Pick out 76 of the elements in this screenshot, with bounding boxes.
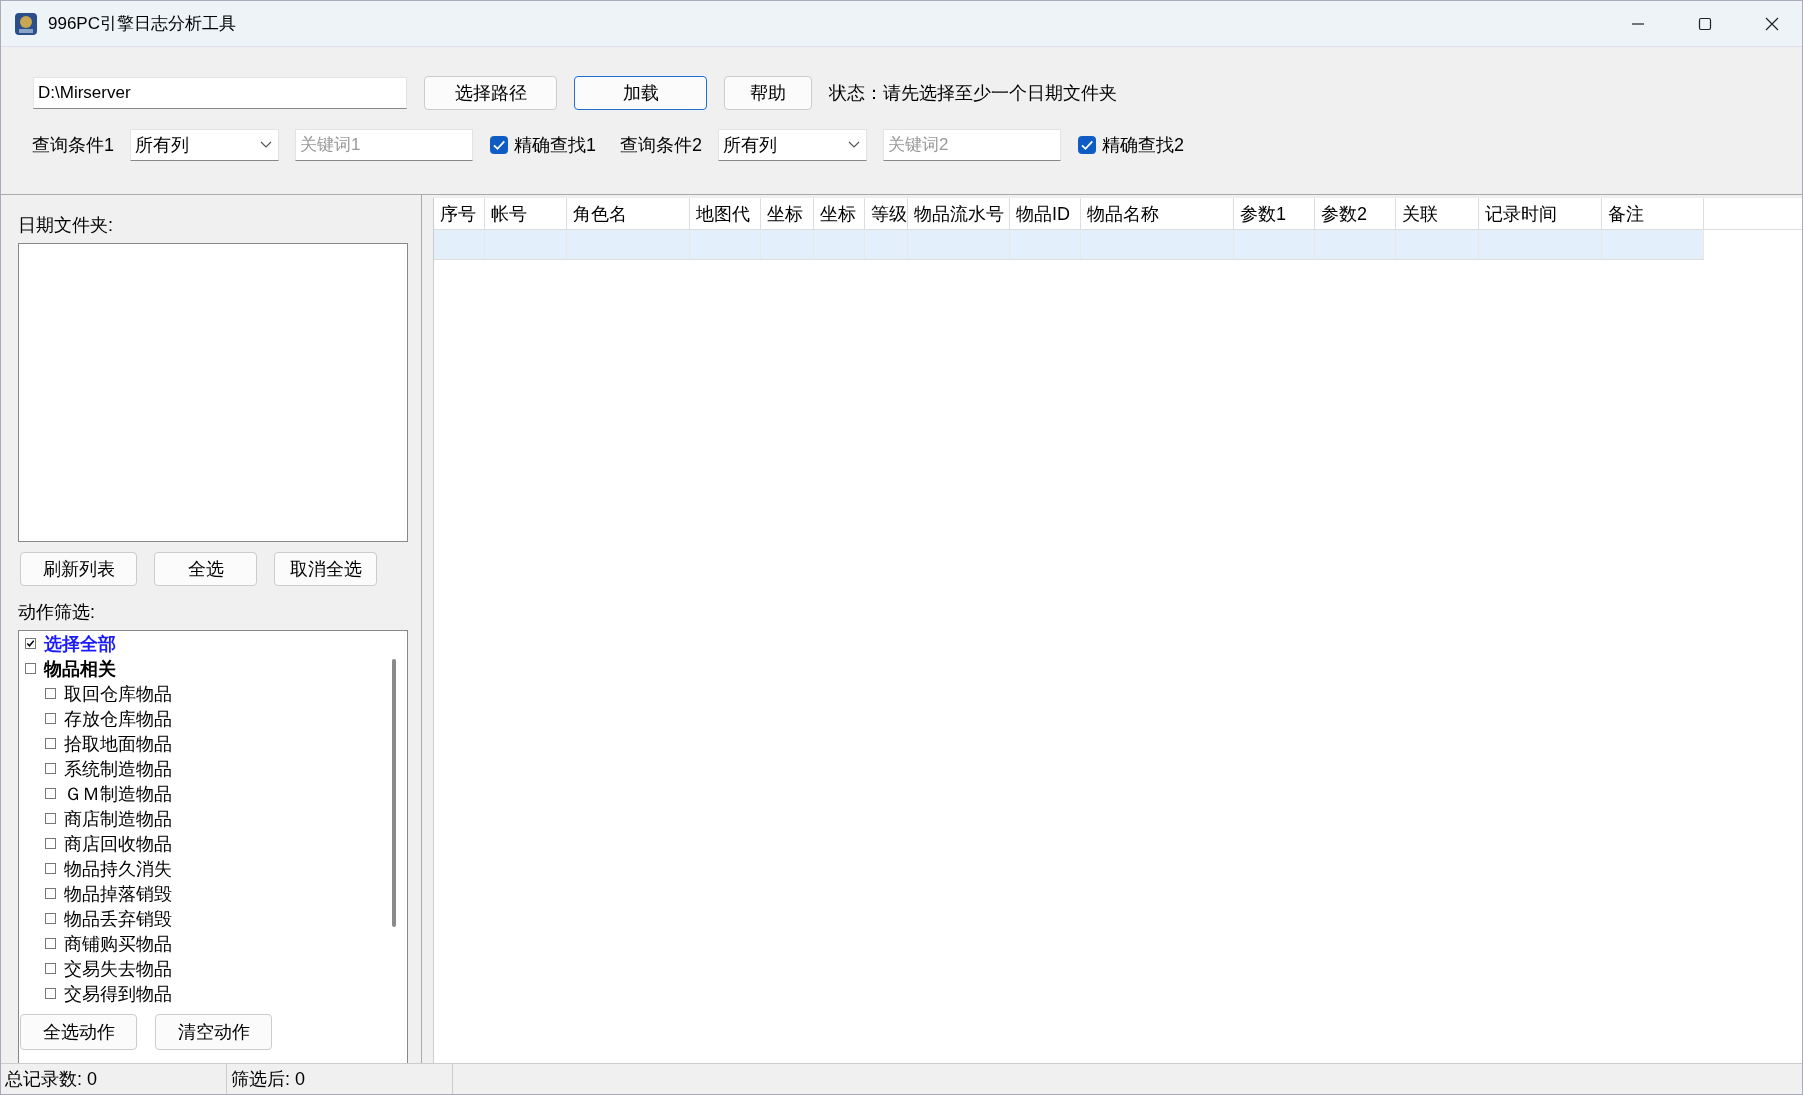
action-checkbox[interactable] bbox=[45, 963, 56, 974]
scrollbar[interactable] bbox=[392, 659, 396, 927]
action-checkbox[interactable] bbox=[25, 638, 36, 649]
column-header[interactable]: 坐标 bbox=[761, 198, 814, 229]
keyword-field[interactable]: 关键词1 bbox=[295, 129, 473, 161]
column-header[interactable]: 备注 bbox=[1602, 198, 1704, 229]
status-bar-text: 总记录数: 0 bbox=[1, 1064, 227, 1094]
column-header[interactable]: 地图代 bbox=[690, 198, 761, 229]
query-label: 查询条件1 bbox=[32, 134, 114, 157]
column-header[interactable]: 参数2 bbox=[1315, 198, 1396, 229]
close-icon[interactable] bbox=[1764, 15, 1780, 32]
action-checkbox[interactable] bbox=[45, 938, 56, 949]
action-checkbox[interactable] bbox=[45, 988, 56, 999]
column-header[interactable]: 物品流水号 bbox=[908, 198, 1010, 229]
folder-button[interactable]: 刷新列表 bbox=[20, 552, 137, 586]
action-button[interactable]: 清空动作 bbox=[155, 1014, 272, 1050]
action-label[interactable]: 取回仓库物品 bbox=[64, 681, 172, 706]
query-label: 查询条件2 bbox=[620, 134, 703, 157]
column-dropdown[interactable]: 所有列 bbox=[718, 129, 868, 161]
action-label[interactable]: 系统制造物品 bbox=[64, 756, 172, 781]
status-text: 状态：请先选择至少一个日期文件夹 bbox=[829, 82, 1117, 105]
column-header[interactable]: 等级 bbox=[865, 198, 908, 229]
keyword-field[interactable]: 关键词2 bbox=[883, 129, 1062, 161]
column-header[interactable]: 序号 bbox=[434, 198, 485, 229]
exact-checkbox[interactable] bbox=[1078, 136, 1097, 154]
action-label[interactable]: 商铺购买物品 bbox=[64, 931, 172, 956]
toolbar-button[interactable]: 帮助 bbox=[724, 76, 812, 110]
section-label: 日期文件夹: bbox=[18, 214, 114, 237]
action-checkbox[interactable] bbox=[45, 763, 56, 774]
folder-button[interactable]: 取消全选 bbox=[274, 552, 377, 586]
column-dropdown[interactable]: 所有列 bbox=[130, 129, 279, 161]
maximize-icon[interactable] bbox=[1697, 15, 1713, 32]
column-header[interactable]: 参数1 bbox=[1234, 198, 1315, 229]
action-label[interactable]: 商店制造物品 bbox=[64, 806, 172, 831]
folder-button[interactable]: 全选 bbox=[154, 552, 257, 586]
column-header[interactable]: 角色名 bbox=[567, 198, 690, 229]
column-header[interactable]: 帐号 bbox=[485, 198, 567, 229]
window-title: 996PC引擎日志分析工具 bbox=[48, 13, 236, 35]
action-label[interactable]: 交易得到物品 bbox=[64, 981, 172, 1006]
action-label[interactable]: 物品持久消失 bbox=[64, 856, 172, 881]
action-label[interactable]: 选择全部 bbox=[44, 631, 116, 656]
action-checkbox[interactable] bbox=[45, 738, 56, 749]
action-checkbox[interactable] bbox=[45, 788, 56, 799]
chevron-icon bbox=[260, 141, 272, 149]
section-label: 动作筛选: bbox=[18, 601, 96, 624]
column-header[interactable]: 物品名称 bbox=[1081, 198, 1234, 229]
action-checkbox[interactable] bbox=[45, 713, 56, 724]
action-label[interactable]: 商店回收物品 bbox=[64, 831, 172, 856]
column-header[interactable]: 坐标 bbox=[814, 198, 865, 229]
action-checkbox[interactable] bbox=[25, 663, 36, 674]
status-bar-text: 筛选后: 0 bbox=[227, 1064, 453, 1094]
action-label[interactable]: ＧＭ制造物品 bbox=[64, 781, 172, 806]
action-checkbox[interactable] bbox=[45, 688, 56, 699]
path-field[interactable]: D:\Mirserver bbox=[33, 77, 407, 109]
action-label[interactable]: 存放仓库物品 bbox=[64, 706, 172, 731]
action-checkbox[interactable] bbox=[45, 813, 56, 824]
action-checkbox[interactable] bbox=[45, 888, 56, 899]
action-checkbox[interactable] bbox=[45, 838, 56, 849]
column-header[interactable]: 物品ID bbox=[1010, 198, 1081, 229]
action-checkbox[interactable] bbox=[45, 863, 56, 874]
action-label[interactable]: 物品丢弃销毁 bbox=[64, 906, 172, 931]
exact-checkbox[interactable] bbox=[490, 136, 508, 154]
checkbox-label: 精确查找2 bbox=[1102, 134, 1185, 157]
action-label[interactable]: 交易失去物品 bbox=[64, 956, 172, 981]
column-header[interactable]: 关联 bbox=[1396, 198, 1479, 229]
app-icon bbox=[14, 11, 38, 36]
action-label[interactable]: 物品掉落销毁 bbox=[64, 881, 172, 906]
toolbar-button[interactable]: 加载 bbox=[574, 76, 707, 110]
chevron-icon bbox=[848, 141, 861, 149]
action-label[interactable]: 物品相关 bbox=[44, 656, 116, 681]
action-checkbox[interactable] bbox=[45, 913, 56, 924]
action-button[interactable]: 全选动作 bbox=[20, 1014, 137, 1050]
toolbar-button[interactable]: 选择路径 bbox=[424, 76, 557, 110]
action-label[interactable]: 拾取地面物品 bbox=[64, 731, 172, 756]
column-header[interactable]: 记录时间 bbox=[1479, 198, 1602, 229]
checkbox-label: 精确查找1 bbox=[514, 134, 597, 157]
